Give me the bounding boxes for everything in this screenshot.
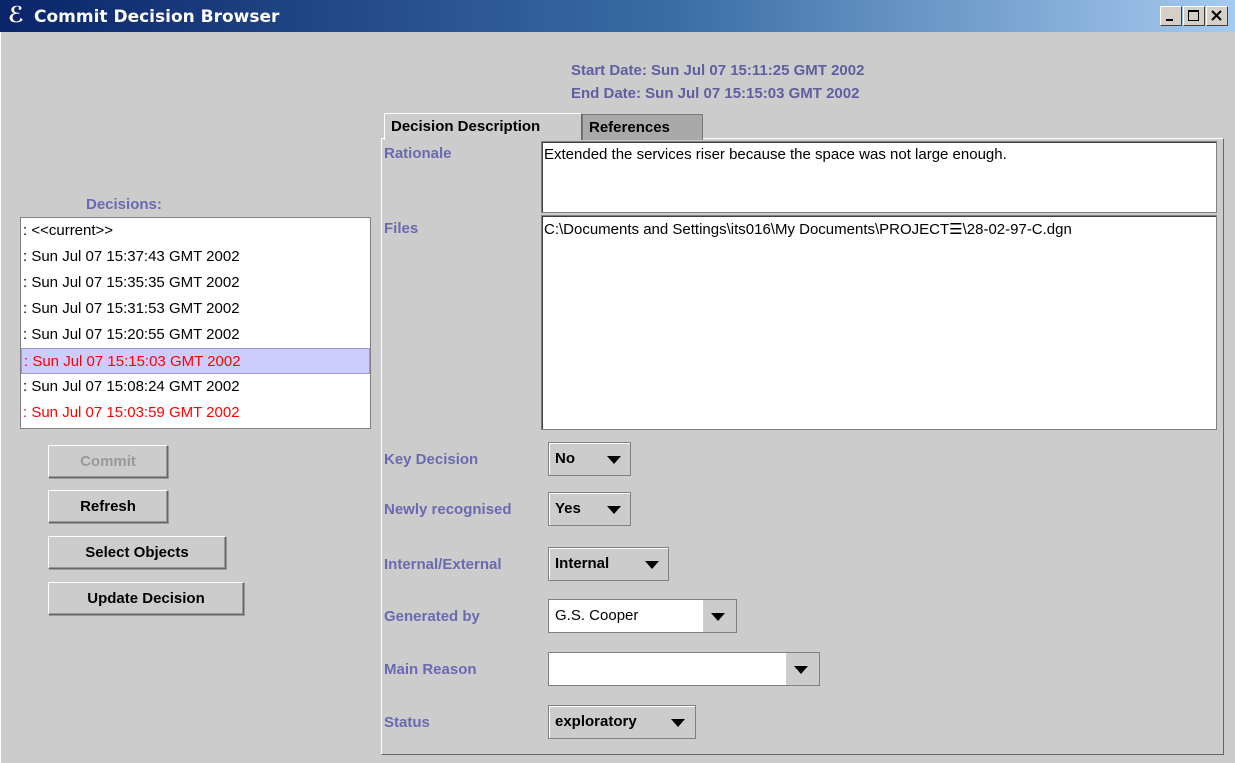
window-title: Commit Decision Browser <box>34 7 280 27</box>
main-reason-field[interactable] <box>549 653 787 685</box>
chevron-down-icon <box>607 456 621 464</box>
list-item[interactable]: : Sun Jul 07 15:31:53 GMT 2002 <box>21 296 370 322</box>
list-item[interactable]: : Sun Jul 07 15:15:03 GMT 2002 <box>21 348 370 374</box>
newly-recognised-label: Newly recognised <box>384 501 512 518</box>
key-decision-value: No <box>555 450 575 467</box>
status-value: exploratory <box>555 713 637 730</box>
list-item[interactable]: : Sun Jul 07 15:35:35 GMT 2002 <box>21 270 370 296</box>
main-reason-label: Main Reason <box>384 661 477 678</box>
close-icon <box>1211 10 1222 21</box>
generated-by-value: G.S. Cooper <box>555 607 639 624</box>
chevron-down-icon <box>607 506 621 514</box>
title-bar[interactable]: ℰ Commit Decision Browser <box>0 0 1235 32</box>
minimize-button[interactable] <box>1160 6 1182 26</box>
internal-external-select[interactable]: Internal <box>548 547 669 581</box>
start-date: Start Date: Sun Jul 07 15:11:25 GMT 2002 <box>571 62 865 79</box>
decisions-label: Decisions: <box>86 196 162 213</box>
end-date: End Date: Sun Jul 07 15:15:03 GMT 2002 <box>571 85 860 102</box>
main-reason-combo[interactable] <box>548 652 820 686</box>
generated-by-combo[interactable]: G.S. Cooper <box>548 599 737 633</box>
newly-recognised-value: Yes <box>555 500 581 517</box>
close-button[interactable] <box>1206 6 1228 26</box>
list-item[interactable]: : Sun Jul 07 15:03:59 GMT 2002 <box>21 400 370 426</box>
list-item[interactable]: : Sun Jul 07 15:20:55 GMT 2002 <box>21 322 370 348</box>
status-select[interactable]: exploratory <box>548 705 696 739</box>
files-label: Files <box>384 220 419 237</box>
files-field[interactable]: C:\Documents and Settings\its016\My Docu… <box>541 215 1217 430</box>
chevron-down-icon <box>645 561 659 569</box>
list-item[interactable]: : Sun Jul 07 15:37:43 GMT 2002 <box>21 244 370 270</box>
internal-external-value: Internal <box>555 555 610 572</box>
refresh-button[interactable]: Refresh <box>48 490 168 523</box>
update-decision-button[interactable]: Update Decision <box>48 582 244 615</box>
tab-decision-description[interactable]: Decision Description <box>384 113 582 140</box>
key-decision-select[interactable]: No <box>548 442 631 476</box>
decisions-list[interactable]: : <<current>> : Sun Jul 07 15:37:43 GMT … <box>20 217 371 429</box>
maximize-button[interactable] <box>1183 6 1205 26</box>
generated-by-label: Generated by <box>384 608 480 625</box>
rationale-field[interactable]: Extended the services riser because the … <box>541 141 1217 213</box>
list-item[interactable]: : <<current>> <box>21 218 370 244</box>
tab-references[interactable]: References <box>582 114 703 140</box>
chevron-down-icon <box>671 719 685 727</box>
minimize-icon <box>1166 19 1173 21</box>
chevron-down-icon <box>711 613 725 621</box>
select-objects-button[interactable]: Select Objects <box>48 536 226 569</box>
maximize-icon <box>1188 10 1199 21</box>
list-item[interactable]: : Sun Jul 07 15:08:24 GMT 2002 <box>21 374 370 400</box>
status-label: Status <box>384 714 430 731</box>
commit-button[interactable]: Commit <box>48 445 168 478</box>
app-icon[interactable]: ℰ <box>8 5 30 27</box>
chevron-down-icon <box>794 666 808 674</box>
rationale-label: Rationale <box>384 145 452 162</box>
key-decision-label: Key Decision <box>384 451 479 468</box>
internal-external-label: Internal/External <box>384 556 502 573</box>
newly-recognised-select[interactable]: Yes <box>548 492 631 526</box>
